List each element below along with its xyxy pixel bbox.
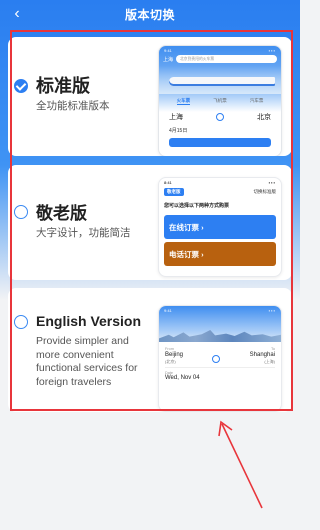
version-description: 全功能标准版本 — [36, 100, 110, 112]
train-image — [159, 66, 281, 94]
preview-date-value: Wed, Nov 04 — [165, 375, 200, 381]
version-description: Provide simpler and more convenient func… — [36, 335, 138, 388]
skyline-image — [159, 330, 281, 342]
preview-from-city: Beijing — [165, 352, 184, 358]
preview-to-label: To — [270, 347, 275, 351]
preview-to-sub: (上海) — [264, 359, 275, 364]
preview-from-sub: (北京) — [165, 359, 176, 364]
preview-to: 北京 — [257, 114, 271, 121]
version-title: 敬老版 — [36, 204, 87, 223]
swap-icon — [212, 355, 221, 363]
preview-logo: 敬老版 — [164, 188, 184, 196]
page-title: 版本切换 — [124, 7, 175, 22]
radio-unchecked-icon[interactable] — [14, 315, 28, 329]
preview-tab: 汽车票 — [249, 98, 264, 103]
radio-checked-icon[interactable] — [14, 79, 28, 93]
version-title: 标准版 — [36, 76, 90, 96]
preview-prompt: 您可以选择以下两种方式购票 — [164, 203, 230, 209]
preview-online-button: 在线订票 › — [164, 215, 276, 239]
preview-standard: 9:41 ▪▪▪ 上海 北京到贵阳的火车票 火车票 飞机票 汽车票 上海 北京 4… — [158, 45, 282, 156]
radio-unchecked-icon[interactable] — [14, 205, 28, 219]
preview-elderly: 8:41 ▪▪▪ 敬老版 切换标准版 您可以选择以下两种方式购票 在线订票 › 电… — [158, 177, 282, 277]
version-title: English Version — [36, 313, 142, 329]
chevron-left-icon[interactable]: ‹ — [9, 5, 25, 23]
preview-from: 上海 — [169, 114, 183, 121]
swap-icon — [216, 113, 224, 121]
preview-tab: 飞机票 — [213, 98, 227, 103]
version-description: 大字设计，功能简洁 — [36, 227, 131, 239]
preview-query-button — [169, 138, 271, 147]
preview-tab: 火车票 — [176, 98, 191, 105]
preview-city: 上海 — [163, 56, 174, 63]
preview-date: 4月15日 — [169, 128, 188, 134]
preview-phone-button: 电话订票 › — [164, 242, 276, 266]
nav-bar: ‹ 版本切换 — [0, 0, 300, 28]
preview-from-label: From — [165, 347, 174, 351]
preview-search: 北京到贵阳的火车票 — [176, 55, 277, 63]
preview-to-city: Shanghai — [249, 352, 275, 358]
version-card-standard[interactable]: 标准版 全功能标准版本 9:41 ▪▪▪ 上海 北京到贵阳的火车票 火车票 飞机票… — [8, 37, 292, 156]
preview-english: 9:41 ▪▪▪ From To Beijing (北京) Shanghai (上… — [158, 305, 282, 412]
version-card-english[interactable]: English Version Provide simpler and more… — [8, 288, 292, 412]
preview-switch-label: 切换标准版 — [253, 189, 277, 194]
version-card-elderly[interactable]: 敬老版 大字设计，功能简洁 8:41 ▪▪▪ 敬老版 切换标准版 您可以选择以下两… — [8, 165, 292, 280]
